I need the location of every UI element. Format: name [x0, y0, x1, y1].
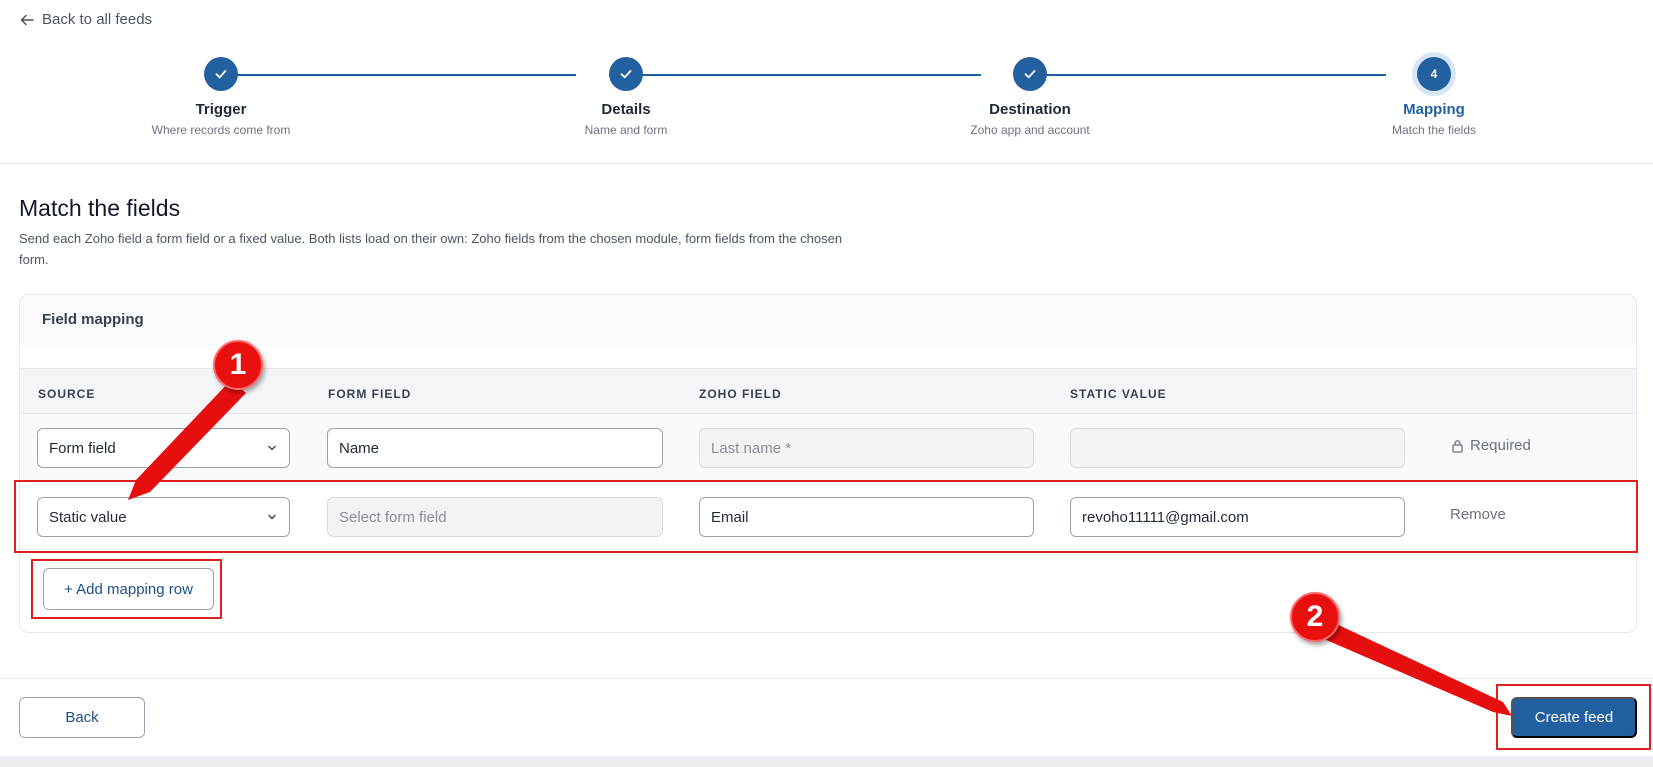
step-subtitle: Match the fields	[1391, 123, 1477, 137]
lock-icon	[1452, 439, 1463, 453]
column-header-form-field: FORM FIELD	[328, 387, 412, 401]
step-destination[interactable]: Destination Zoho app and account	[910, 55, 1150, 137]
step-mapping[interactable]: 4 Mapping Match the fields	[1314, 55, 1554, 137]
back-button[interactable]: Back	[19, 697, 145, 738]
step-details[interactable]: Details Name and form	[506, 55, 746, 137]
arrow-left-icon	[20, 14, 34, 25]
chevron-down-icon	[268, 445, 276, 451]
static-value-input[interactable]: revoho11111@gmail.com	[1070, 497, 1405, 537]
form-field-select: Select form field	[327, 497, 663, 537]
divider	[0, 163, 1653, 164]
source-select[interactable]: Form field	[37, 428, 290, 468]
field-mapping-card: Field mapping SOURCE FORM FIELD ZOHO FIE…	[19, 294, 1637, 633]
step-title: Trigger	[195, 101, 247, 118]
source-select-value: Static value	[49, 508, 127, 526]
check-icon	[1013, 57, 1047, 91]
step-subtitle: Where records come from	[151, 123, 291, 137]
required-indicator: Required	[1451, 437, 1531, 454]
check-icon	[609, 57, 643, 91]
table-header: SOURCE FORM FIELD ZOHO FIELD STATIC VALU…	[20, 368, 1636, 414]
divider	[0, 678, 1653, 679]
back-to-feeds-link[interactable]: Back to all feeds	[20, 11, 152, 28]
column-header-static-value: STATIC VALUE	[1070, 387, 1167, 401]
required-label: Required	[1470, 437, 1531, 454]
form-field-value: Name	[339, 439, 380, 457]
static-value-input	[1070, 428, 1405, 468]
source-select-value: Form field	[49, 439, 116, 457]
step-title: Details	[601, 101, 651, 118]
zoho-field-input: Last name *	[699, 428, 1034, 468]
step-subtitle: Zoho app and account	[970, 123, 1090, 137]
source-select[interactable]: Static value	[37, 497, 290, 537]
step-title: Mapping	[1403, 101, 1465, 118]
step-title: Destination	[989, 101, 1071, 118]
static-value-text: revoho11111@gmail.com	[1082, 508, 1249, 526]
remove-row-button[interactable]: Remove	[1450, 506, 1506, 523]
zoho-field-value: Email	[711, 508, 749, 526]
check-icon	[204, 57, 238, 91]
zoho-field-placeholder: Last name *	[711, 439, 792, 457]
footer-strip	[0, 756, 1653, 767]
create-feed-button[interactable]: Create feed	[1511, 697, 1637, 738]
annotation-badge: 1	[213, 340, 263, 390]
page-description: Send each Zoho field a form field or a f…	[19, 231, 843, 267]
annotation-badge: 2	[1290, 592, 1340, 642]
step-subtitle: Name and form	[584, 123, 668, 137]
card-title: Field mapping	[20, 295, 1636, 345]
step-number: 4	[1417, 57, 1451, 91]
page-title: Match the fields	[19, 195, 181, 221]
progress-stepper: Trigger Where records come from Details …	[0, 55, 1653, 155]
form-field-placeholder: Select form field	[339, 508, 447, 526]
column-header-source: SOURCE	[38, 387, 96, 401]
column-header-zoho-field: ZOHO FIELD	[699, 387, 782, 401]
back-to-feeds-label: Back to all feeds	[42, 11, 153, 28]
zoho-field-select[interactable]: Email	[699, 497, 1034, 537]
chevron-down-icon	[268, 514, 276, 520]
form-field-select[interactable]: Name	[327, 428, 663, 468]
add-mapping-row-button[interactable]: + Add mapping row	[43, 568, 214, 610]
step-trigger[interactable]: Trigger Where records come from	[101, 55, 341, 137]
arrow-2	[1317, 621, 1512, 716]
